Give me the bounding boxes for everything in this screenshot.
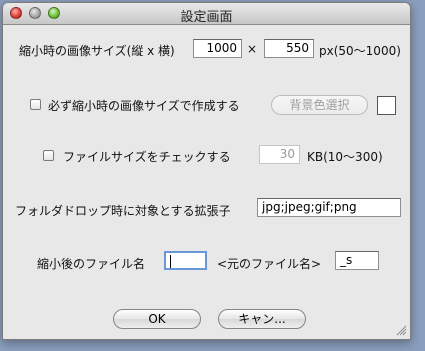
resize-grip-icon[interactable] <box>396 325 407 336</box>
filesize-checkbox[interactable] <box>43 150 54 161</box>
filesize-label: ファイルサイズをチェックする <box>63 150 231 164</box>
filename-label: 縮小後のファイル名 <box>37 257 146 271</box>
size-separator: × <box>247 42 258 56</box>
cancel-button[interactable]: キャン... <box>218 309 306 329</box>
extensions-input[interactable]: jpg;jpeg;gif;png <box>257 198 401 217</box>
filesize-range-hint: KB(10〜300) <box>307 150 383 164</box>
background-color-button[interactable]: 背景色選択 <box>271 95 368 115</box>
original-filename-placeholder: <元のファイル名> <box>217 257 322 271</box>
same-size-label: 必ず縮小時の画像サイズで作成する <box>48 99 240 113</box>
window-title: 設定画面 <box>180 10 233 25</box>
resize-size-label: 縮小時の画像サイズ(縦 x 横) <box>19 44 175 58</box>
extensions-label: フォルダドロップ時に対象とする拡張子 <box>15 204 231 218</box>
size-range-hint: px(50〜1000) <box>319 44 401 58</box>
filename-suffix-input[interactable]: _s <box>335 251 379 270</box>
filesize-input[interactable]: 30 <box>259 145 300 164</box>
ok-button[interactable]: OK <box>113 309 201 329</box>
text-caret <box>170 255 171 268</box>
same-size-checkbox[interactable] <box>30 99 41 110</box>
height-input[interactable]: 1000 <box>193 39 242 58</box>
background-color-swatch[interactable] <box>377 96 396 115</box>
filename-prefix-input[interactable] <box>164 251 207 270</box>
settings-dialog: 設定画面 縮小時の画像サイズ(縦 x 横) 1000 × 550 px(50〜1… <box>2 2 411 340</box>
title-bar[interactable]: 設定画面 <box>3 3 410 25</box>
width-input[interactable]: 550 <box>264 39 314 58</box>
